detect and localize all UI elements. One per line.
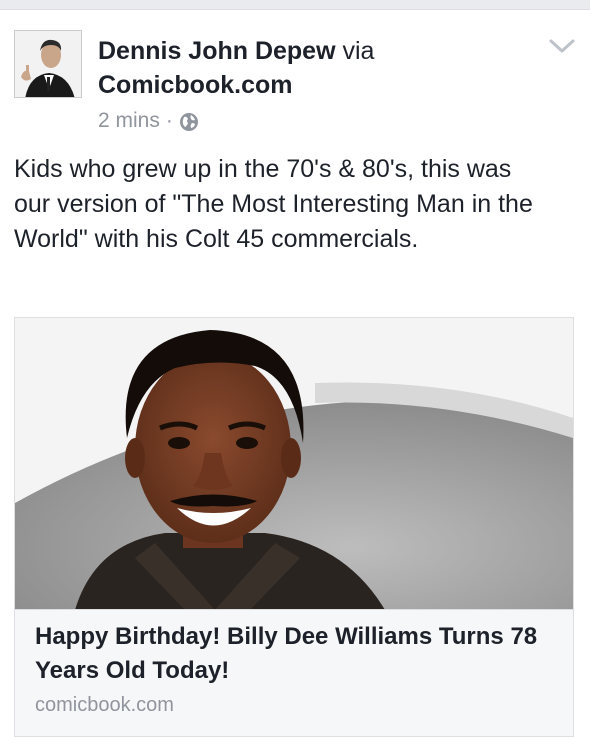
- link-preview-card[interactable]: Happy Birthday! Billy Dee Williams Turns…: [14, 317, 574, 737]
- via-label: via: [342, 37, 375, 65]
- post-header: Dennis John Depew via Comicbook.com 2 mi…: [14, 30, 576, 140]
- post-message: Kids who grew up in the 70's & 80's, thi…: [14, 155, 533, 253]
- avatar-image: [15, 31, 81, 97]
- link-title[interactable]: Happy Birthday! Billy Dee Williams Turns…: [35, 620, 553, 688]
- author-name[interactable]: Dennis John Depew: [98, 37, 336, 65]
- source-name[interactable]: Comicbook.com: [98, 71, 292, 99]
- link-domain: comicbook.com: [35, 694, 174, 716]
- link-preview-image[interactable]: [15, 318, 573, 610]
- author-avatar[interactable]: [14, 30, 82, 98]
- feed-divider: [0, 0, 590, 10]
- link-preview-body[interactable]: Happy Birthday! Billy Dee Williams Turns…: [15, 610, 573, 736]
- post-meta: 2 mins ·: [98, 106, 538, 136]
- author-block: Dennis John Depew via Comicbook.com 2 mi…: [98, 34, 538, 136]
- author-line: Dennis John Depew via Comicbook.com: [98, 34, 538, 102]
- post-timestamp[interactable]: 2 mins: [98, 106, 160, 136]
- chevron-down-icon[interactable]: [548, 36, 576, 56]
- globe-icon: [179, 111, 199, 131]
- meta-separator: ·: [165, 109, 173, 132]
